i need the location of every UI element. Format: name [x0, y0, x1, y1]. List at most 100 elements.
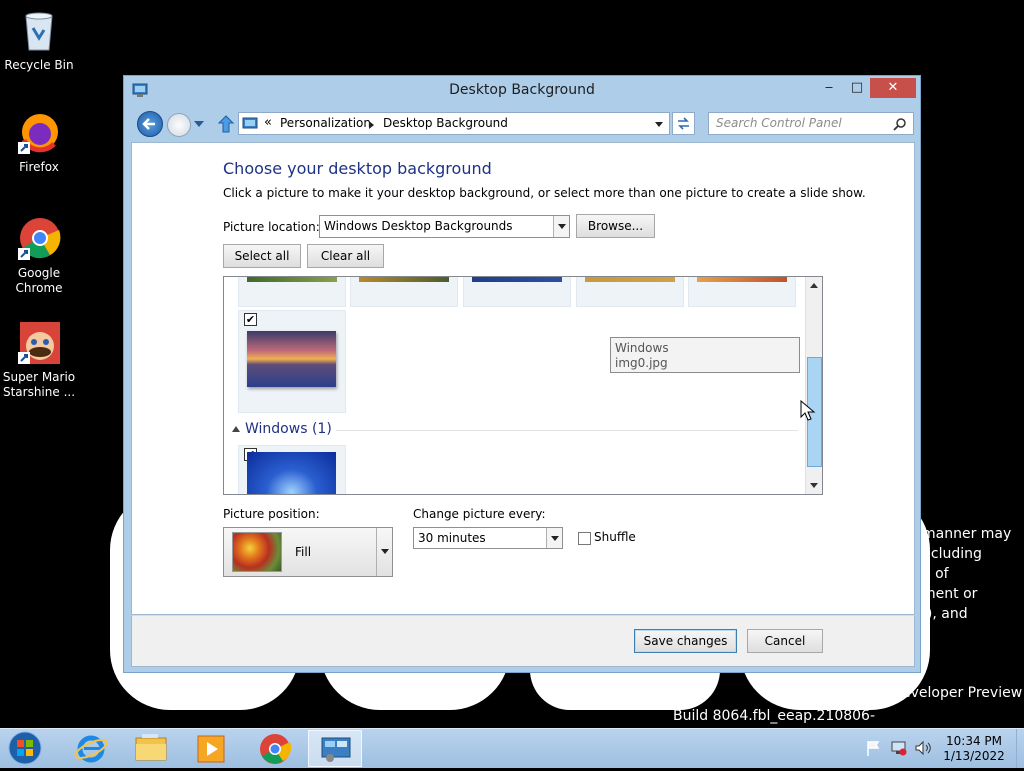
control-panel-icon [242, 116, 258, 132]
address-overflow-chevron[interactable]: « [264, 115, 272, 130]
change-picture-value: 30 minutes [418, 531, 486, 545]
up-arrow-icon[interactable] [217, 114, 235, 134]
taskbar: 10:34 PM 1/13/2022 [0, 728, 1024, 768]
eula-text-line: ncluding [922, 546, 982, 562]
address-bar[interactable]: « Personalization Desktop Background [238, 112, 670, 135]
shuffle-checkbox[interactable] [578, 532, 591, 545]
breadcrumb-desktop-background[interactable]: Desktop Background [383, 116, 508, 130]
desktop-icon-label: Google Chrome [15, 266, 63, 295]
thumbnail-image [472, 277, 562, 282]
shuffle-label[interactable]: Shuffle [594, 530, 636, 544]
media-player-icon [197, 735, 225, 763]
picture-thumbnail[interactable] [576, 277, 684, 307]
thumbnail-image [247, 452, 336, 494]
eula-text-line: f), and [922, 606, 968, 622]
clock[interactable]: 10:34 PM 1/13/2022 [940, 734, 1008, 764]
picture-thumbnail[interactable]: ✔ [238, 445, 346, 494]
back-button[interactable] [137, 111, 163, 137]
eula-text-line: ment or [922, 586, 978, 602]
content-area: Choose your desktop background Click a p… [131, 142, 915, 615]
ie-icon [74, 735, 108, 763]
picture-thumbnail-selected[interactable]: ✔ [238, 310, 346, 413]
volume-icon[interactable] [914, 739, 932, 757]
picture-checkbox[interactable]: ✔ [244, 313, 257, 326]
chevron-down-icon[interactable] [546, 528, 562, 548]
desktop-icon-firefox[interactable]: Firefox [1, 110, 77, 175]
address-history-dropdown[interactable] [655, 122, 663, 127]
window-title: Desktop Background [449, 82, 595, 98]
collapse-group-icon[interactable] [232, 426, 240, 432]
picture-location-value: Windows Desktop Backgrounds [324, 219, 513, 233]
clock-time: 10:34 PM [946, 734, 1002, 748]
clear-all-button[interactable]: Clear all [307, 244, 384, 268]
breadcrumb-personalization[interactable]: Personalization [280, 116, 371, 130]
desktop-icon-label: Super Mario Starshine ... [2, 370, 76, 399]
chevron-down-icon[interactable] [553, 216, 569, 237]
control-panel-taskbar[interactable] [308, 730, 362, 767]
breadcrumb-separator-icon[interactable] [369, 121, 374, 129]
cancel-button[interactable]: Cancel [747, 629, 823, 653]
show-desktop-button[interactable] [1016, 729, 1024, 768]
desktop-icon-label: Recycle Bin [4, 58, 74, 72]
thumbnail-image [247, 331, 336, 387]
internet-explorer-taskbar[interactable] [64, 730, 118, 767]
picture-thumbnail[interactable] [463, 277, 571, 307]
scroll-down-icon[interactable] [810, 483, 818, 488]
close-button[interactable]: ✕ [870, 78, 916, 98]
action-center-flag-icon[interactable] [866, 739, 882, 757]
start-button[interactable] [4, 730, 46, 767]
change-picture-dropdown[interactable]: 30 minutes [413, 527, 563, 549]
mouse-cursor-icon [800, 400, 816, 421]
refresh-button[interactable] [672, 112, 695, 135]
change-picture-label: Change picture every: [413, 507, 546, 521]
picture-position-dropdown[interactable]: Fill [223, 527, 393, 577]
chevron-down-icon[interactable] [376, 528, 392, 576]
forward-button[interactable] [167, 113, 191, 137]
recycle-bin-icon [16, 8, 62, 54]
picture-thumbnail[interactable] [350, 277, 458, 307]
picture-position-label: Picture position: [223, 507, 320, 521]
select-all-button[interactable]: Select all [223, 244, 301, 268]
search-icon[interactable] [893, 117, 907, 131]
thumbnail-image [697, 277, 787, 282]
mario-icon [16, 320, 62, 366]
page-heading: Choose your desktop background [223, 159, 492, 178]
chrome-taskbar[interactable] [248, 730, 302, 767]
picture-location-dropdown[interactable]: Windows Desktop Backgrounds [319, 215, 570, 238]
tooltip-line: img0.jpg [615, 356, 668, 370]
navigation-bar: « Personalization Desktop Background Sea… [124, 107, 920, 141]
thumbnail-image [247, 277, 337, 282]
scroll-up-icon[interactable] [810, 283, 818, 288]
tooltip-line: Windows [615, 341, 669, 355]
maximize-button[interactable]: □ [846, 78, 868, 98]
recent-pages-dropdown[interactable] [194, 121, 204, 127]
firefox-icon [16, 110, 62, 156]
control-panel-icon [321, 737, 351, 762]
picture-list[interactable]: ✔ Windows img0.jpg Windows (1) ✔ [223, 276, 823, 495]
desktop-icon-super-mario[interactable]: Super Mario Starshine ... [1, 320, 77, 400]
flower-preview-image [232, 532, 282, 572]
search-box[interactable]: Search Control Panel [708, 112, 914, 135]
group-divider [336, 430, 798, 431]
build-text: Build 8064.fbl_eeap.210806-1000.959cf95e… [673, 708, 876, 724]
media-player-taskbar[interactable] [184, 730, 238, 767]
desktop-icon-recycle-bin[interactable]: Recycle Bin [1, 8, 77, 73]
minimize-button[interactable]: ‒ [818, 78, 840, 98]
thumbnail-image [359, 277, 449, 282]
tooltip: Windows img0.jpg [610, 337, 800, 373]
desktop-icon-google-chrome[interactable]: Google Chrome [1, 216, 77, 296]
chrome-icon [16, 216, 62, 262]
file-explorer-taskbar[interactable] [124, 730, 178, 767]
search-input[interactable]: Search Control Panel [716, 116, 842, 130]
picture-thumbnail[interactable] [238, 277, 346, 307]
vertical-scrollbar[interactable] [805, 277, 822, 494]
save-changes-button[interactable]: Save changes [634, 629, 737, 653]
group-header[interactable]: Windows (1) [245, 421, 332, 437]
page-subheading: Click a picture to make it your desktop … [223, 186, 866, 200]
clock-date: 1/13/2022 [943, 749, 1005, 763]
picture-thumbnail[interactable] [688, 277, 796, 307]
browse-button[interactable]: Browse... [576, 214, 655, 238]
network-icon[interactable] [890, 739, 908, 757]
file-explorer-icon [135, 734, 167, 761]
title-bar[interactable]: Desktop Background ‒ □ ✕ [124, 76, 920, 106]
